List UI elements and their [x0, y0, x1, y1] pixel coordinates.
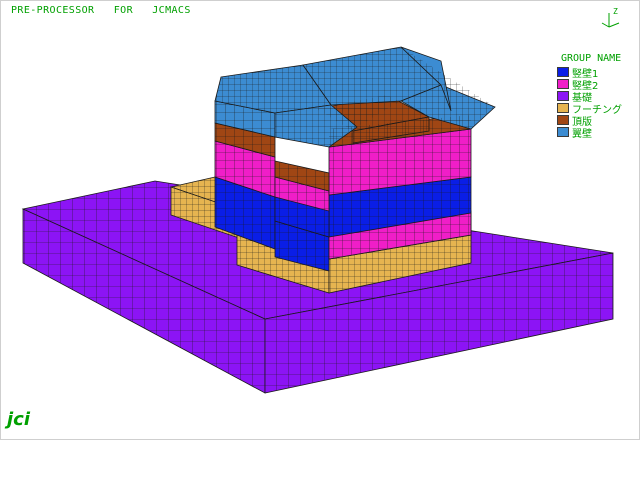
legend-swatch — [557, 115, 569, 125]
fe-mesh-model[interactable] — [1, 1, 640, 441]
legend-item[interactable]: 翼壁 — [557, 126, 622, 140]
legend-title: GROUP NAME — [561, 53, 622, 64]
legend-swatch — [557, 67, 569, 77]
legend-swatch — [557, 79, 569, 89]
legend-label: 翼壁 — [572, 128, 592, 140]
legend-swatch — [557, 91, 569, 101]
legend-swatch — [557, 103, 569, 113]
blank-footer — [0, 440, 640, 504]
wall-mesh-overlay — [215, 47, 495, 271]
jci-logo: jci — [7, 409, 31, 430]
model-viewport[interactable]: PRE-PROCESSOR FOR JCMACS Z GROUP NAME 竪壁… — [0, 0, 640, 440]
legend-swatch — [557, 127, 569, 137]
group-legend: GROUP NAME 竪壁1 竪壁2 基礎 フーチング 頂版 翼壁 — [557, 53, 622, 140]
